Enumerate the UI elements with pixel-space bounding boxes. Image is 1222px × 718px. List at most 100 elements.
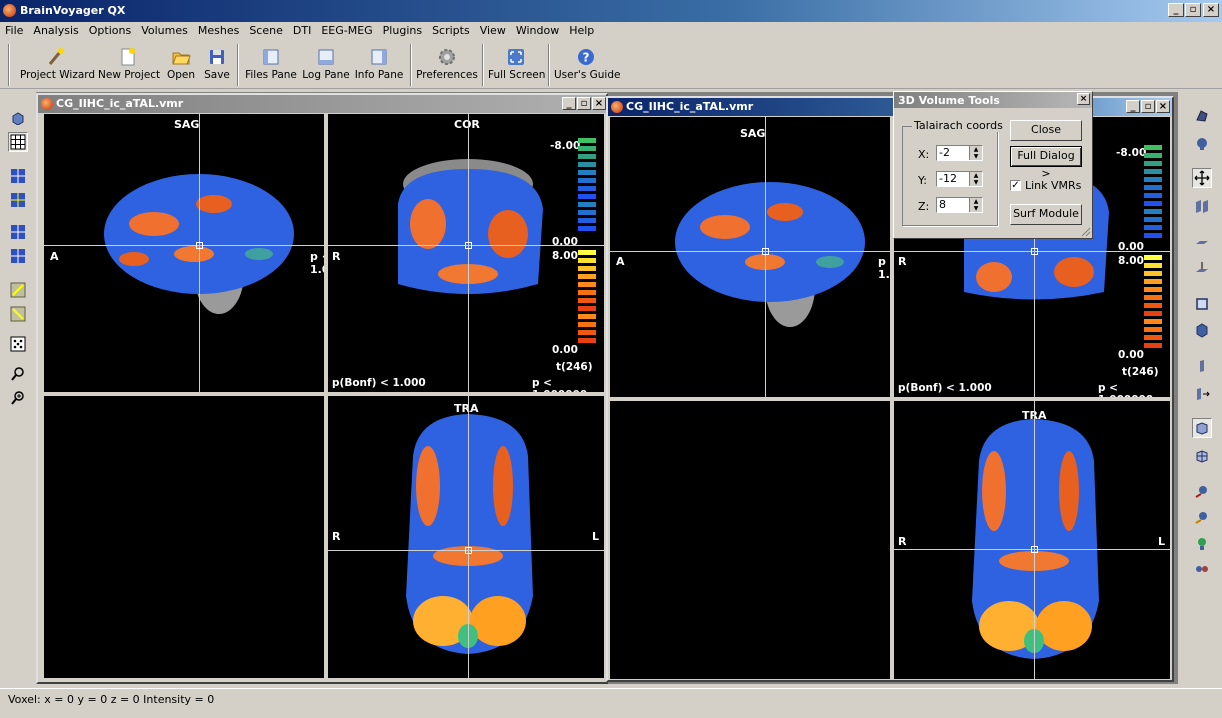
menu-help[interactable]: Help <box>564 22 599 37</box>
head-pair-icon[interactable] <box>1192 560 1212 580</box>
volume-grid-icon[interactable] <box>1192 446 1212 466</box>
x-coord-spinbox[interactable]: -2 ▲ ▼ <box>936 145 983 161</box>
restore-button[interactable]: ▫ <box>1185 3 1201 17</box>
close-dialog-button[interactable]: Close <box>1010 120 1082 141</box>
window-title: CG_IIHC_ic_aTAL.vmr <box>56 97 184 110</box>
cube-outline-icon[interactable] <box>1192 294 1212 314</box>
minimize-button[interactable]: _ <box>1168 3 1184 17</box>
crosshair-horizontal <box>44 245 324 246</box>
dof-label: t(246) <box>1122 366 1159 378</box>
transversal-view[interactable]: TRA R L <box>328 396 604 678</box>
scale-swatch <box>578 322 596 327</box>
full-dialog-button[interactable]: Full Dialog > <box>1010 146 1082 180</box>
cube-solid-icon[interactable] <box>1192 320 1212 340</box>
window-minimize-button[interactable]: _ <box>562 97 576 110</box>
dice-tool-icon[interactable] <box>8 334 28 354</box>
menu-scene[interactable]: Scene <box>244 22 288 37</box>
menu-scripts[interactable]: Scripts <box>427 22 475 37</box>
pos-zero-label: 0.00 <box>1118 349 1144 361</box>
head-tool-2-icon[interactable] <box>1192 508 1212 528</box>
spin-arrows-icon[interactable]: ▲ ▼ <box>969 198 982 212</box>
pbonf-label: p(Bonf) < 1.000 <box>332 377 426 389</box>
spin-arrows-icon[interactable]: ▲ ▼ <box>969 146 982 160</box>
slice-thin-icon[interactable] <box>1192 356 1212 376</box>
log-pane-button[interactable]: Log Pane <box>302 45 350 87</box>
scale-swatch <box>1144 271 1162 276</box>
transversal-view[interactable]: TRA R L <box>894 401 1170 679</box>
preferences-button[interactable]: Preferences <box>416 45 478 87</box>
empty-view[interactable] <box>610 401 890 679</box>
menu-eeg-meg[interactable]: EEG-MEG <box>316 22 377 37</box>
dialog-title-bar[interactable]: 3D Volume Tools × <box>894 92 1092 108</box>
info-pane-button[interactable]: Info Pane <box>354 45 404 87</box>
negative-color-scale <box>1144 145 1162 241</box>
brain-render-icon[interactable] <box>1192 134 1212 154</box>
menu-bar: File Analysis Options Volumes Meshes Scene DTI… <box>0 22 1222 40</box>
window-close-button[interactable]: × <box>1156 100 1170 113</box>
transform-tool-1-icon[interactable] <box>8 280 28 300</box>
head-tool-3-icon[interactable] <box>1192 534 1212 554</box>
files-pane-button[interactable]: Files Pane <box>243 45 299 87</box>
coronal-view[interactable]: COR R -8.00 0.00 8.00 0.00 t(246) p(Bonf… <box>328 114 604 392</box>
sagittal-view[interactable]: SAG A p < 1.000000 <box>44 114 324 392</box>
new-project-button[interactable]: New Project <box>98 45 160 87</box>
zoom-icon[interactable] <box>8 364 28 384</box>
dialog-close-icon[interactable]: × <box>1077 93 1090 105</box>
toolbar-grip[interactable] <box>8 44 10 86</box>
zoom-in-icon[interactable] <box>8 388 28 408</box>
save-button[interactable]: Save <box>202 45 232 87</box>
window-restore-button[interactable]: ▫ <box>1141 100 1155 113</box>
brain-file-icon <box>611 101 623 113</box>
scale-swatch <box>578 202 596 207</box>
menu-dti[interactable]: DTI <box>288 22 316 37</box>
tra-label: TRA <box>454 402 479 415</box>
link-vmrs-checkbox[interactable]: ✓ <box>1010 180 1021 191</box>
scale-swatch <box>1144 161 1162 166</box>
menu-options[interactable]: Options <box>84 22 136 37</box>
menu-view[interactable]: View <box>475 22 511 37</box>
3d-view-icon[interactable] <box>8 108 28 128</box>
menu-file[interactable]: File <box>0 22 28 37</box>
full-screen-button[interactable]: Full Screen <box>488 45 545 87</box>
project-wizard-button[interactable]: Project Wizard <box>20 45 95 87</box>
menu-analysis[interactable]: Analysis <box>28 22 83 37</box>
p-threshold-label: p < 1.000000 <box>532 377 587 392</box>
sagittal-view[interactable]: SAG A p < 1.000000 <box>610 117 890 397</box>
menu-volumes[interactable]: Volumes <box>136 22 193 37</box>
y-coord-spinbox[interactable]: -12 ▲ ▼ <box>936 171 983 187</box>
resize-grip-icon[interactable] <box>1080 226 1091 237</box>
head-render-icon[interactable] <box>1192 106 1212 126</box>
app-icon <box>3 4 16 17</box>
window-minimize-button[interactable]: _ <box>1126 100 1140 113</box>
toolbar-separator <box>237 44 239 86</box>
plane-horizontal-icon[interactable] <box>1192 234 1212 254</box>
slice-layout-1-icon[interactable] <box>8 166 28 186</box>
menu-plugins[interactable]: Plugins <box>378 22 427 37</box>
menu-meshes[interactable]: Meshes <box>193 22 244 37</box>
window-close-button[interactable]: × <box>592 97 606 110</box>
four-pane-grid-icon[interactable] <box>8 132 28 152</box>
transform-tool-2-icon[interactable] <box>8 304 28 324</box>
slab-icon[interactable] <box>1192 196 1212 216</box>
head-tool-1-icon[interactable] <box>1192 482 1212 502</box>
close-button[interactable]: × <box>1203 3 1219 17</box>
anterior-label: A <box>616 255 625 268</box>
scale-swatch <box>1144 217 1162 222</box>
menu-window[interactable]: Window <box>511 22 564 37</box>
plane-up-icon[interactable] <box>1192 258 1212 278</box>
spin-arrows-icon[interactable]: ▲ ▼ <box>969 172 982 186</box>
users-guide-button[interactable]: ? User's Guide <box>554 45 620 87</box>
open-button[interactable]: Open <box>164 45 198 87</box>
surf-module-button[interactable]: Surf Module <box>1010 204 1082 225</box>
toolbar-separator <box>482 44 484 86</box>
slice-layout-4-icon[interactable] <box>8 246 28 266</box>
empty-view[interactable] <box>44 396 324 678</box>
volume-box-icon[interactable] <box>1192 418 1212 438</box>
slice-layout-3-icon[interactable] <box>8 222 28 242</box>
window-title-bar[interactable]: CG_IIHC_ic_aTAL.vmr _ ▫ × <box>38 95 606 113</box>
z-coord-spinbox[interactable]: 8 ▲ ▼ <box>936 197 983 213</box>
move-icon[interactable] <box>1192 168 1212 188</box>
slice-layout-2-icon[interactable] <box>8 190 28 210</box>
window-restore-button[interactable]: ▫ <box>577 97 591 110</box>
slice-expand-icon[interactable] <box>1192 384 1212 404</box>
